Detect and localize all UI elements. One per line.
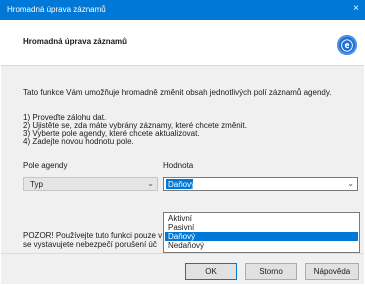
dropdown-option[interactable]: Aktivní [165, 214, 358, 223]
footer-divider [1, 253, 364, 254]
value-select-value: Daňový [168, 180, 196, 189]
value-select[interactable]: Daňový ⌄ [163, 177, 358, 191]
warning-line: se vystavujete nebezpečí porušení úč [23, 240, 157, 249]
dialog-client-area: Hromadná úprava záznamů ⓔ Tato funkce Vá… [1, 20, 364, 284]
field-select[interactable]: Typ ⌄ [23, 177, 158, 191]
value-select-highlight: Daňový [166, 179, 196, 189]
close-icon[interactable]: × [353, 3, 359, 14]
value-label: Hodnota [163, 161, 194, 170]
dropdown-option[interactable]: Nedaňový [165, 241, 358, 250]
field-select-value: Typ [30, 180, 43, 189]
help-button[interactable]: Nápověda [305, 263, 359, 280]
dropdown-option-highlighted[interactable]: Daňový [165, 232, 358, 241]
intro-text: Tato funkce Vám umožňuje hromadně změnit… [23, 88, 332, 97]
field-label: Pole agendy [23, 161, 68, 170]
chevron-down-icon: ⌄ [147, 179, 154, 188]
chevron-down-icon[interactable]: ⌄ [347, 179, 354, 188]
steps-list: 1) Proveďte zálohu dat. 2) Ujistěte se, … [23, 114, 247, 146]
app-logo-icon: ⓔ [337, 35, 357, 55]
dialog-header: Hromadná úprava záznamů ⓔ [1, 20, 364, 66]
ok-button[interactable]: OK [185, 263, 237, 280]
cancel-button[interactable]: Storno [245, 263, 297, 280]
warning-line: POZOR! Používejte tuto funkci pouze v [23, 231, 163, 240]
step-item: 4) Zadejte novou hodnotu pole. [23, 137, 134, 146]
window-title: Hromadná úprava záznamů [7, 5, 106, 14]
title-bar: Hromadná úprava záznamů × [0, 0, 365, 20]
value-dropdown-list: Aktivní Pasivní Daňový Nedaňový [163, 212, 360, 253]
warning-text: POZOR! Používejte tuto funkci pouze v se… [23, 231, 162, 249]
dialog-heading: Hromadná úprava záznamů [23, 37, 128, 46]
dropdown-option[interactable]: Pasivní [165, 223, 358, 232]
